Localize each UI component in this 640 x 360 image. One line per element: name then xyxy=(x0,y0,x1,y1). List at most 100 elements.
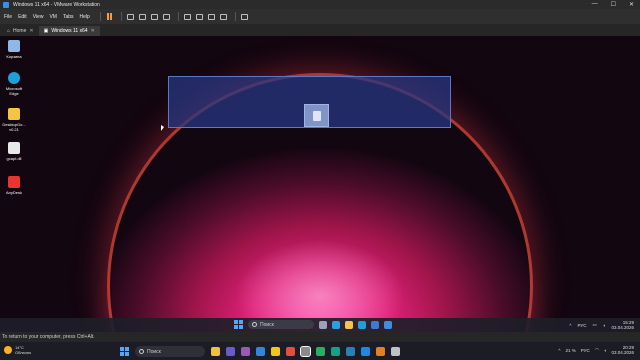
tab-home[interactable]: ⌂ Home ✕ xyxy=(2,26,39,36)
host-search-box[interactable]: Поиск xyxy=(135,346,205,357)
snapshot-icon xyxy=(138,13,146,20)
recycle-bin-icon xyxy=(8,40,20,52)
edge-icon[interactable] xyxy=(358,320,366,329)
pause-button[interactable] xyxy=(105,12,114,21)
file-explorer-icon[interactable] xyxy=(211,347,220,356)
battery-indicator[interactable]: 21 % xyxy=(566,348,576,353)
desktop-icon-label: gcapt.dll xyxy=(6,156,22,161)
guest-taskbar-center: Поиск xyxy=(234,320,392,329)
menu-file[interactable]: File xyxy=(4,14,12,20)
tab-label: Home xyxy=(13,28,27,34)
status-message: To return to your computer, press Ctrl+A… xyxy=(2,334,95,340)
desktop-icon-recycle-bin[interactable]: Корзина xyxy=(3,40,25,59)
host-clock[interactable]: 20:29 03.04.2026 xyxy=(611,345,634,355)
tab-label: Windows 11 x64 xyxy=(51,28,88,34)
snapshot-manager-button[interactable] xyxy=(162,12,171,21)
menu-help[interactable]: Help xyxy=(80,14,90,20)
wifi-icon[interactable]: ◠ xyxy=(595,347,599,353)
desktop-icon-anydesk[interactable]: AnyDesk xyxy=(3,176,25,195)
desktop-icon-gcapt[interactable]: gcapt.dll xyxy=(3,142,25,161)
snapshot-button[interactable] xyxy=(138,12,147,21)
stretch-guest-button[interactable] xyxy=(240,12,249,21)
revert-snapshot-button[interactable] xyxy=(150,12,159,21)
host-taskbar-center: Поиск xyxy=(120,346,400,357)
app-icon[interactable] xyxy=(346,347,355,356)
vmware-icon[interactable] xyxy=(300,346,311,357)
thumbnail-bar-button[interactable] xyxy=(195,12,204,21)
guest-system-tray: ^ РУС ▭ ◖ 15:29 03.04.2026 xyxy=(569,320,634,330)
thumbnail-icon xyxy=(195,13,203,20)
app-icon[interactable] xyxy=(256,347,265,356)
language-indicator[interactable]: РУС xyxy=(577,323,586,328)
mail-icon[interactable] xyxy=(371,320,379,329)
edge-icon[interactable] xyxy=(332,320,340,329)
app-icon[interactable] xyxy=(286,347,295,356)
search-placeholder: Поиск xyxy=(147,348,161,355)
windows-start-icon[interactable] xyxy=(120,347,129,356)
menubar: File Edit View VM Tabs Help xyxy=(0,9,640,24)
explorer-icon[interactable] xyxy=(345,320,353,329)
close-icon[interactable]: ✕ xyxy=(29,28,33,34)
weather-widget[interactable]: 14°C Облачно xyxy=(4,345,31,355)
stretch-icon xyxy=(240,13,248,20)
host-taskbar: 14°C Облачно Поиск ^ 21 % РУС ◠ ◖ 20:29 … xyxy=(0,342,640,360)
maximize-button[interactable]: ☐ xyxy=(611,1,616,8)
guest-clock[interactable]: 15:29 03.04.2026 xyxy=(611,320,634,330)
app-icon[interactable] xyxy=(241,347,250,356)
fullscreen-button[interactable] xyxy=(219,12,228,21)
menu-edit[interactable]: Edit xyxy=(18,14,27,20)
toolbar-divider xyxy=(177,12,179,21)
close-button[interactable]: ✕ xyxy=(629,1,634,8)
windows-start-icon[interactable] xyxy=(234,320,243,329)
app-icon[interactable] xyxy=(376,347,385,356)
revert-icon xyxy=(150,13,158,20)
vscode-icon[interactable] xyxy=(361,347,370,356)
dragged-item[interactable] xyxy=(304,104,329,127)
close-icon[interactable]: ✕ xyxy=(91,28,95,34)
file-icon xyxy=(8,142,20,154)
library-icon xyxy=(183,13,191,20)
volume-icon[interactable]: ◖ xyxy=(604,348,607,353)
mouse-cursor xyxy=(161,125,164,131)
yandex-icon[interactable] xyxy=(271,347,280,356)
store-icon[interactable] xyxy=(384,320,392,329)
app-icon[interactable] xyxy=(331,347,340,356)
window-title: Windows 11 x64 - VMware Workstation xyxy=(13,1,100,8)
vmware-icon xyxy=(3,1,9,8)
guest-search-box[interactable]: Поиск xyxy=(248,320,314,329)
app-icon[interactable] xyxy=(391,347,400,356)
app-icon[interactable] xyxy=(316,347,325,356)
vmware-titlebar: Windows 11 x64 - VMware Workstation — ☐ … xyxy=(0,0,640,9)
volume-icon[interactable]: ◖ xyxy=(603,323,606,328)
network-icon[interactable]: ▭ xyxy=(592,322,596,328)
menu-tabs[interactable]: Tabs xyxy=(63,14,74,20)
language-indicator[interactable]: РУС xyxy=(581,348,590,353)
chevron-up-icon[interactable]: ^ xyxy=(558,348,560,353)
app-icon[interactable] xyxy=(226,347,235,356)
minimize-button[interactable]: — xyxy=(592,1,598,8)
weather-icon xyxy=(4,346,12,354)
host-system-tray: ^ 21 % РУС ◠ ◖ 20:29 03.04.2026 xyxy=(558,345,634,355)
vm-icon: ▣ xyxy=(43,28,49,34)
send-ctrl-alt-del-button[interactable] xyxy=(126,12,135,21)
menu-view[interactable]: View xyxy=(33,14,44,20)
folder-icon xyxy=(8,108,20,120)
edge-icon xyxy=(8,72,20,84)
task-view-icon[interactable] xyxy=(319,320,327,329)
guest-desktop[interactable]: Корзина Microsoft Edge DesktopGo... v0.2… xyxy=(0,36,640,332)
toolbar-divider xyxy=(99,12,101,21)
recycle-bin-icon xyxy=(312,110,321,121)
desktop-icon-edge[interactable]: Microsoft Edge xyxy=(3,72,25,96)
menu-vm[interactable]: VM xyxy=(49,14,57,20)
desktop-icon-label: Microsoft Edge xyxy=(5,86,23,96)
host-date: 03.04.2026 xyxy=(611,350,634,355)
search-icon xyxy=(139,349,144,354)
toolbar-divider xyxy=(234,12,236,21)
chevron-up-icon[interactable]: ^ xyxy=(569,323,571,328)
tabbar: ⌂ Home ✕ ▣ Windows 11 x64 ✕ xyxy=(0,24,640,36)
library-button[interactable] xyxy=(183,12,192,21)
console-view-button[interactable] xyxy=(207,12,216,21)
anydesk-icon xyxy=(8,176,20,188)
desktop-icon-folder[interactable]: DesktopGo... v0.21 xyxy=(2,108,26,132)
tab-windows-11[interactable]: ▣ Windows 11 x64 ✕ xyxy=(38,26,100,36)
